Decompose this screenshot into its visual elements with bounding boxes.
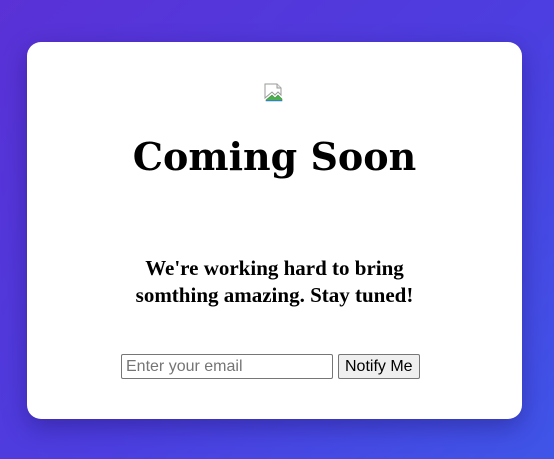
page-title: Coming Soon bbox=[132, 134, 417, 179]
broken-image-icon bbox=[264, 83, 284, 102]
notify-form: Notify Me bbox=[121, 354, 420, 379]
notify-me-button[interactable]: Notify Me bbox=[338, 354, 420, 379]
tagline-text: We're working hard to bring somthing ama… bbox=[135, 256, 414, 307]
coming-soon-card: Coming Soon We're working hard to bring … bbox=[27, 42, 522, 419]
email-input[interactable] bbox=[121, 354, 333, 379]
